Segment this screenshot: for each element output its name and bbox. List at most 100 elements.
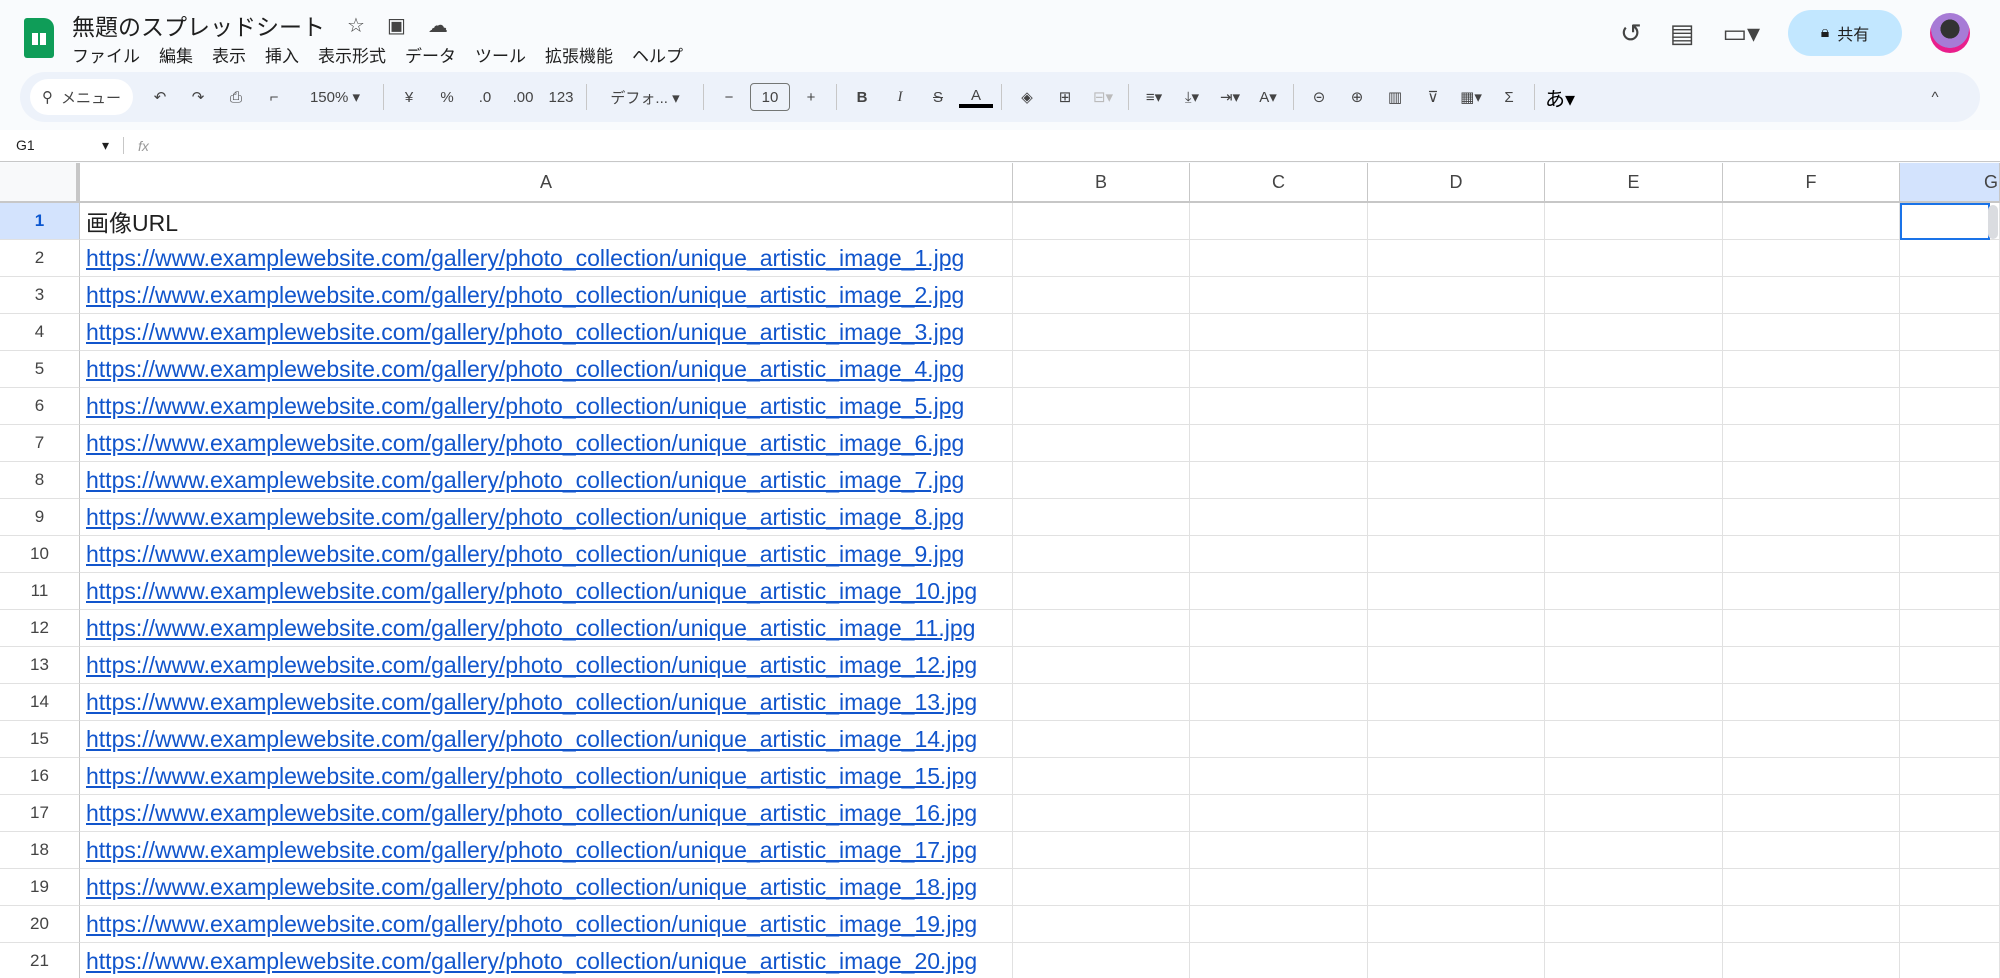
fill-color-icon[interactable]: ◈: [1010, 88, 1044, 106]
cell-B7[interactable]: [1013, 425, 1190, 462]
cell-G4[interactable]: [1900, 314, 2000, 351]
cell-A20[interactable]: https://www.examplewebsite.com/gallery/p…: [80, 906, 1013, 943]
cell-F21[interactable]: [1723, 943, 1900, 978]
cell-B8[interactable]: [1013, 462, 1190, 499]
cell-E8[interactable]: [1545, 462, 1723, 499]
column-header-A[interactable]: A: [80, 163, 1013, 203]
url-link[interactable]: https://www.examplewebsite.com/gallery/p…: [86, 319, 964, 346]
cell-E17[interactable]: [1545, 795, 1723, 832]
cell-E5[interactable]: [1545, 351, 1723, 388]
cell-B19[interactable]: [1013, 869, 1190, 906]
cell-G15[interactable]: [1900, 721, 2000, 758]
cell-A16[interactable]: https://www.examplewebsite.com/gallery/p…: [80, 758, 1013, 795]
text-color-icon[interactable]: A: [959, 87, 994, 108]
cell-F8[interactable]: [1723, 462, 1900, 499]
cell-E7[interactable]: [1545, 425, 1723, 462]
cell-G7[interactable]: [1900, 425, 2000, 462]
cell-A17[interactable]: https://www.examplewebsite.com/gallery/p…: [80, 795, 1013, 832]
align-vertical-icon[interactable]: ⤓▾: [1175, 88, 1209, 106]
cell-C8[interactable]: [1190, 462, 1368, 499]
url-link[interactable]: https://www.examplewebsite.com/gallery/p…: [86, 356, 964, 383]
url-link[interactable]: https://www.examplewebsite.com/gallery/p…: [86, 430, 964, 457]
cell-G16[interactable]: [1900, 758, 2000, 795]
italic-button[interactable]: I: [883, 89, 917, 106]
cell-G18[interactable]: [1900, 832, 2000, 869]
cell-G12[interactable]: [1900, 610, 2000, 647]
cell-C20[interactable]: [1190, 906, 1368, 943]
meet-icon[interactable]: ▭▾: [1722, 18, 1760, 49]
cell-B11[interactable]: [1013, 573, 1190, 610]
row-header[interactable]: 10: [0, 536, 80, 573]
menu-tools[interactable]: ツール: [475, 42, 526, 67]
cell-F7[interactable]: [1723, 425, 1900, 462]
undo-icon[interactable]: ↶: [143, 88, 177, 106]
cell-D8[interactable]: [1368, 462, 1545, 499]
cell-E4[interactable]: [1545, 314, 1723, 351]
url-link[interactable]: https://www.examplewebsite.com/gallery/p…: [86, 800, 977, 827]
cell-D4[interactable]: [1368, 314, 1545, 351]
cell-D13[interactable]: [1368, 647, 1545, 684]
cell-A19[interactable]: https://www.examplewebsite.com/gallery/p…: [80, 869, 1013, 906]
menu-file[interactable]: ファイル: [72, 42, 140, 67]
percent-button[interactable]: %: [430, 89, 464, 106]
cell-D7[interactable]: [1368, 425, 1545, 462]
cell-E10[interactable]: [1545, 536, 1723, 573]
cell-G14[interactable]: [1900, 684, 2000, 721]
cell-C15[interactable]: [1190, 721, 1368, 758]
cell-B3[interactable]: [1013, 277, 1190, 314]
url-link[interactable]: https://www.examplewebsite.com/gallery/p…: [86, 245, 964, 272]
cell-B14[interactable]: [1013, 684, 1190, 721]
cell-B4[interactable]: [1013, 314, 1190, 351]
menu-insert[interactable]: 挿入: [265, 42, 299, 67]
cell-D9[interactable]: [1368, 499, 1545, 536]
merge-cells-icon[interactable]: ⊟▾: [1086, 88, 1120, 106]
cell-C9[interactable]: [1190, 499, 1368, 536]
number-format-button[interactable]: 123: [544, 89, 578, 106]
cell-C13[interactable]: [1190, 647, 1368, 684]
cell-B15[interactable]: [1013, 721, 1190, 758]
url-link[interactable]: https://www.examplewebsite.com/gallery/p…: [86, 578, 977, 605]
cell-E20[interactable]: [1545, 906, 1723, 943]
cell-E3[interactable]: [1545, 277, 1723, 314]
strikethrough-icon[interactable]: S: [921, 89, 955, 106]
cell-D10[interactable]: [1368, 536, 1545, 573]
cell-F1[interactable]: [1723, 203, 1900, 240]
comments-icon[interactable]: ▤: [1670, 18, 1695, 49]
row-header[interactable]: 16: [0, 758, 80, 795]
cell-A21[interactable]: https://www.examplewebsite.com/gallery/p…: [80, 943, 1013, 978]
doc-title[interactable]: 無題のスプレッドシート: [72, 8, 325, 42]
row-header[interactable]: 9: [0, 499, 80, 536]
url-link[interactable]: https://www.examplewebsite.com/gallery/p…: [86, 837, 977, 864]
borders-icon[interactable]: ⊞: [1048, 88, 1082, 106]
cell-G17[interactable]: [1900, 795, 2000, 832]
cell-G19[interactable]: [1900, 869, 2000, 906]
row-header[interactable]: 5: [0, 351, 80, 388]
cell-B20[interactable]: [1013, 906, 1190, 943]
row-header[interactable]: 2: [0, 240, 80, 277]
url-link[interactable]: https://www.examplewebsite.com/gallery/p…: [86, 726, 977, 753]
cell-G2[interactable]: [1900, 240, 2000, 277]
cell-D6[interactable]: [1368, 388, 1545, 425]
row-header[interactable]: 8: [0, 462, 80, 499]
cell-G21[interactable]: [1900, 943, 2000, 978]
cell-C7[interactable]: [1190, 425, 1368, 462]
cell-F15[interactable]: [1723, 721, 1900, 758]
text-rotation-icon[interactable]: A▾: [1251, 88, 1285, 106]
cell-D18[interactable]: [1368, 832, 1545, 869]
cell-F18[interactable]: [1723, 832, 1900, 869]
url-link[interactable]: https://www.examplewebsite.com/gallery/p…: [86, 874, 977, 901]
cell-B10[interactable]: [1013, 536, 1190, 573]
cell-C5[interactable]: [1190, 351, 1368, 388]
cell-F17[interactable]: [1723, 795, 1900, 832]
cell-D21[interactable]: [1368, 943, 1545, 978]
cell-G10[interactable]: [1900, 536, 2000, 573]
share-button[interactable]: 🔒︎ 共有: [1788, 10, 1902, 56]
url-link[interactable]: https://www.examplewebsite.com/gallery/p…: [86, 282, 964, 309]
row-header[interactable]: 14: [0, 684, 80, 721]
cell-D14[interactable]: [1368, 684, 1545, 721]
menu-edit[interactable]: 編集: [159, 42, 193, 67]
cell-C16[interactable]: [1190, 758, 1368, 795]
collapse-toolbar-icon[interactable]: ^: [1918, 89, 1952, 106]
cell-D11[interactable]: [1368, 573, 1545, 610]
cell-F10[interactable]: [1723, 536, 1900, 573]
